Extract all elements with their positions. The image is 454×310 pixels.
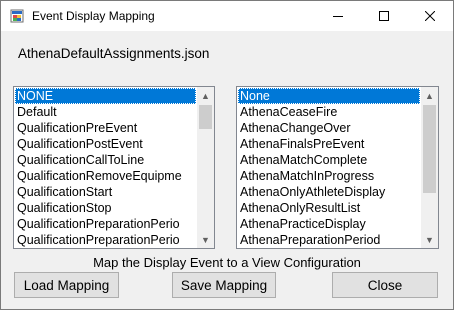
list-item[interactable]: AthenaCeaseFire <box>238 104 420 120</box>
list-item[interactable]: QualificationPostEvent <box>15 136 196 152</box>
list-item[interactable]: QualificationPreparationPerio <box>15 232 196 247</box>
close-window-button[interactable] <box>407 1 453 31</box>
window-title: Event Display Mapping <box>32 9 155 23</box>
list-item[interactable]: QualificationPreEvent <box>15 120 196 136</box>
display-event-scrollbar[interactable]: ▲ ▼ <box>197 87 214 248</box>
maximize-icon <box>379 11 389 21</box>
view-configuration-scrollbar[interactable]: ▲ ▼ <box>421 87 438 248</box>
list-item[interactable]: AthenaPreparationPeriod <box>238 232 420 247</box>
instruction-text: Map the Display Event to a View Configur… <box>93 255 361 270</box>
scroll-up-arrow-icon[interactable]: ▲ <box>421 87 438 104</box>
list-item[interactable]: Default <box>15 104 196 120</box>
minimize-icon <box>333 16 343 17</box>
list-item-selected[interactable]: None <box>238 88 420 104</box>
list-item-selected[interactable]: NONE <box>15 88 196 104</box>
list-item[interactable]: QualificationStart <box>15 184 196 200</box>
list-item[interactable]: QualificationPreparationPerio <box>15 216 196 232</box>
load-mapping-button[interactable]: Load Mapping <box>14 272 119 298</box>
list-item[interactable]: AthenaFinalsPreEvent <box>238 136 420 152</box>
display-event-list[interactable]: NONE Default QualificationPreEvent Quali… <box>13 86 215 249</box>
close-button[interactable]: Close <box>332 272 438 298</box>
scrollbar-thumb[interactable] <box>423 105 436 193</box>
event-display-mapping-window: Event Display Mapping AthenaDefaultAssig… <box>0 0 454 310</box>
scroll-up-arrow-icon[interactable]: ▲ <box>197 87 214 104</box>
app-window-icon <box>10 9 24 23</box>
save-mapping-button[interactable]: Save Mapping <box>172 272 276 298</box>
view-configuration-list[interactable]: None AthenaCeaseFire AthenaChangeOver At… <box>236 86 439 249</box>
list-item[interactable]: AthenaOnlyAthleteDisplay <box>238 184 420 200</box>
scroll-down-arrow-icon[interactable]: ▼ <box>197 231 214 248</box>
list-item[interactable]: QualificationStop <box>15 200 196 216</box>
title-bar[interactable]: Event Display Mapping <box>1 1 453 31</box>
close-icon <box>425 11 435 21</box>
list-item[interactable]: AthenaPracticeDisplay <box>238 216 420 232</box>
maximize-button[interactable] <box>361 1 407 31</box>
list-item[interactable]: AthenaOnlyResultList <box>238 200 420 216</box>
list-item[interactable]: AthenaMatchComplete <box>238 152 420 168</box>
scrollbar-thumb[interactable] <box>199 105 212 129</box>
list-item[interactable]: AthenaMatchInProgress <box>238 168 420 184</box>
scroll-down-arrow-icon[interactable]: ▼ <box>421 231 438 248</box>
list-item[interactable]: AthenaChangeOver <box>238 120 420 136</box>
minimize-button[interactable] <box>315 1 361 31</box>
file-name-label: AthenaDefaultAssignments.json <box>18 46 210 61</box>
list-item[interactable]: QualificationRemoveEquipme <box>15 168 196 184</box>
list-item[interactable]: QualificationCallToLine <box>15 152 196 168</box>
